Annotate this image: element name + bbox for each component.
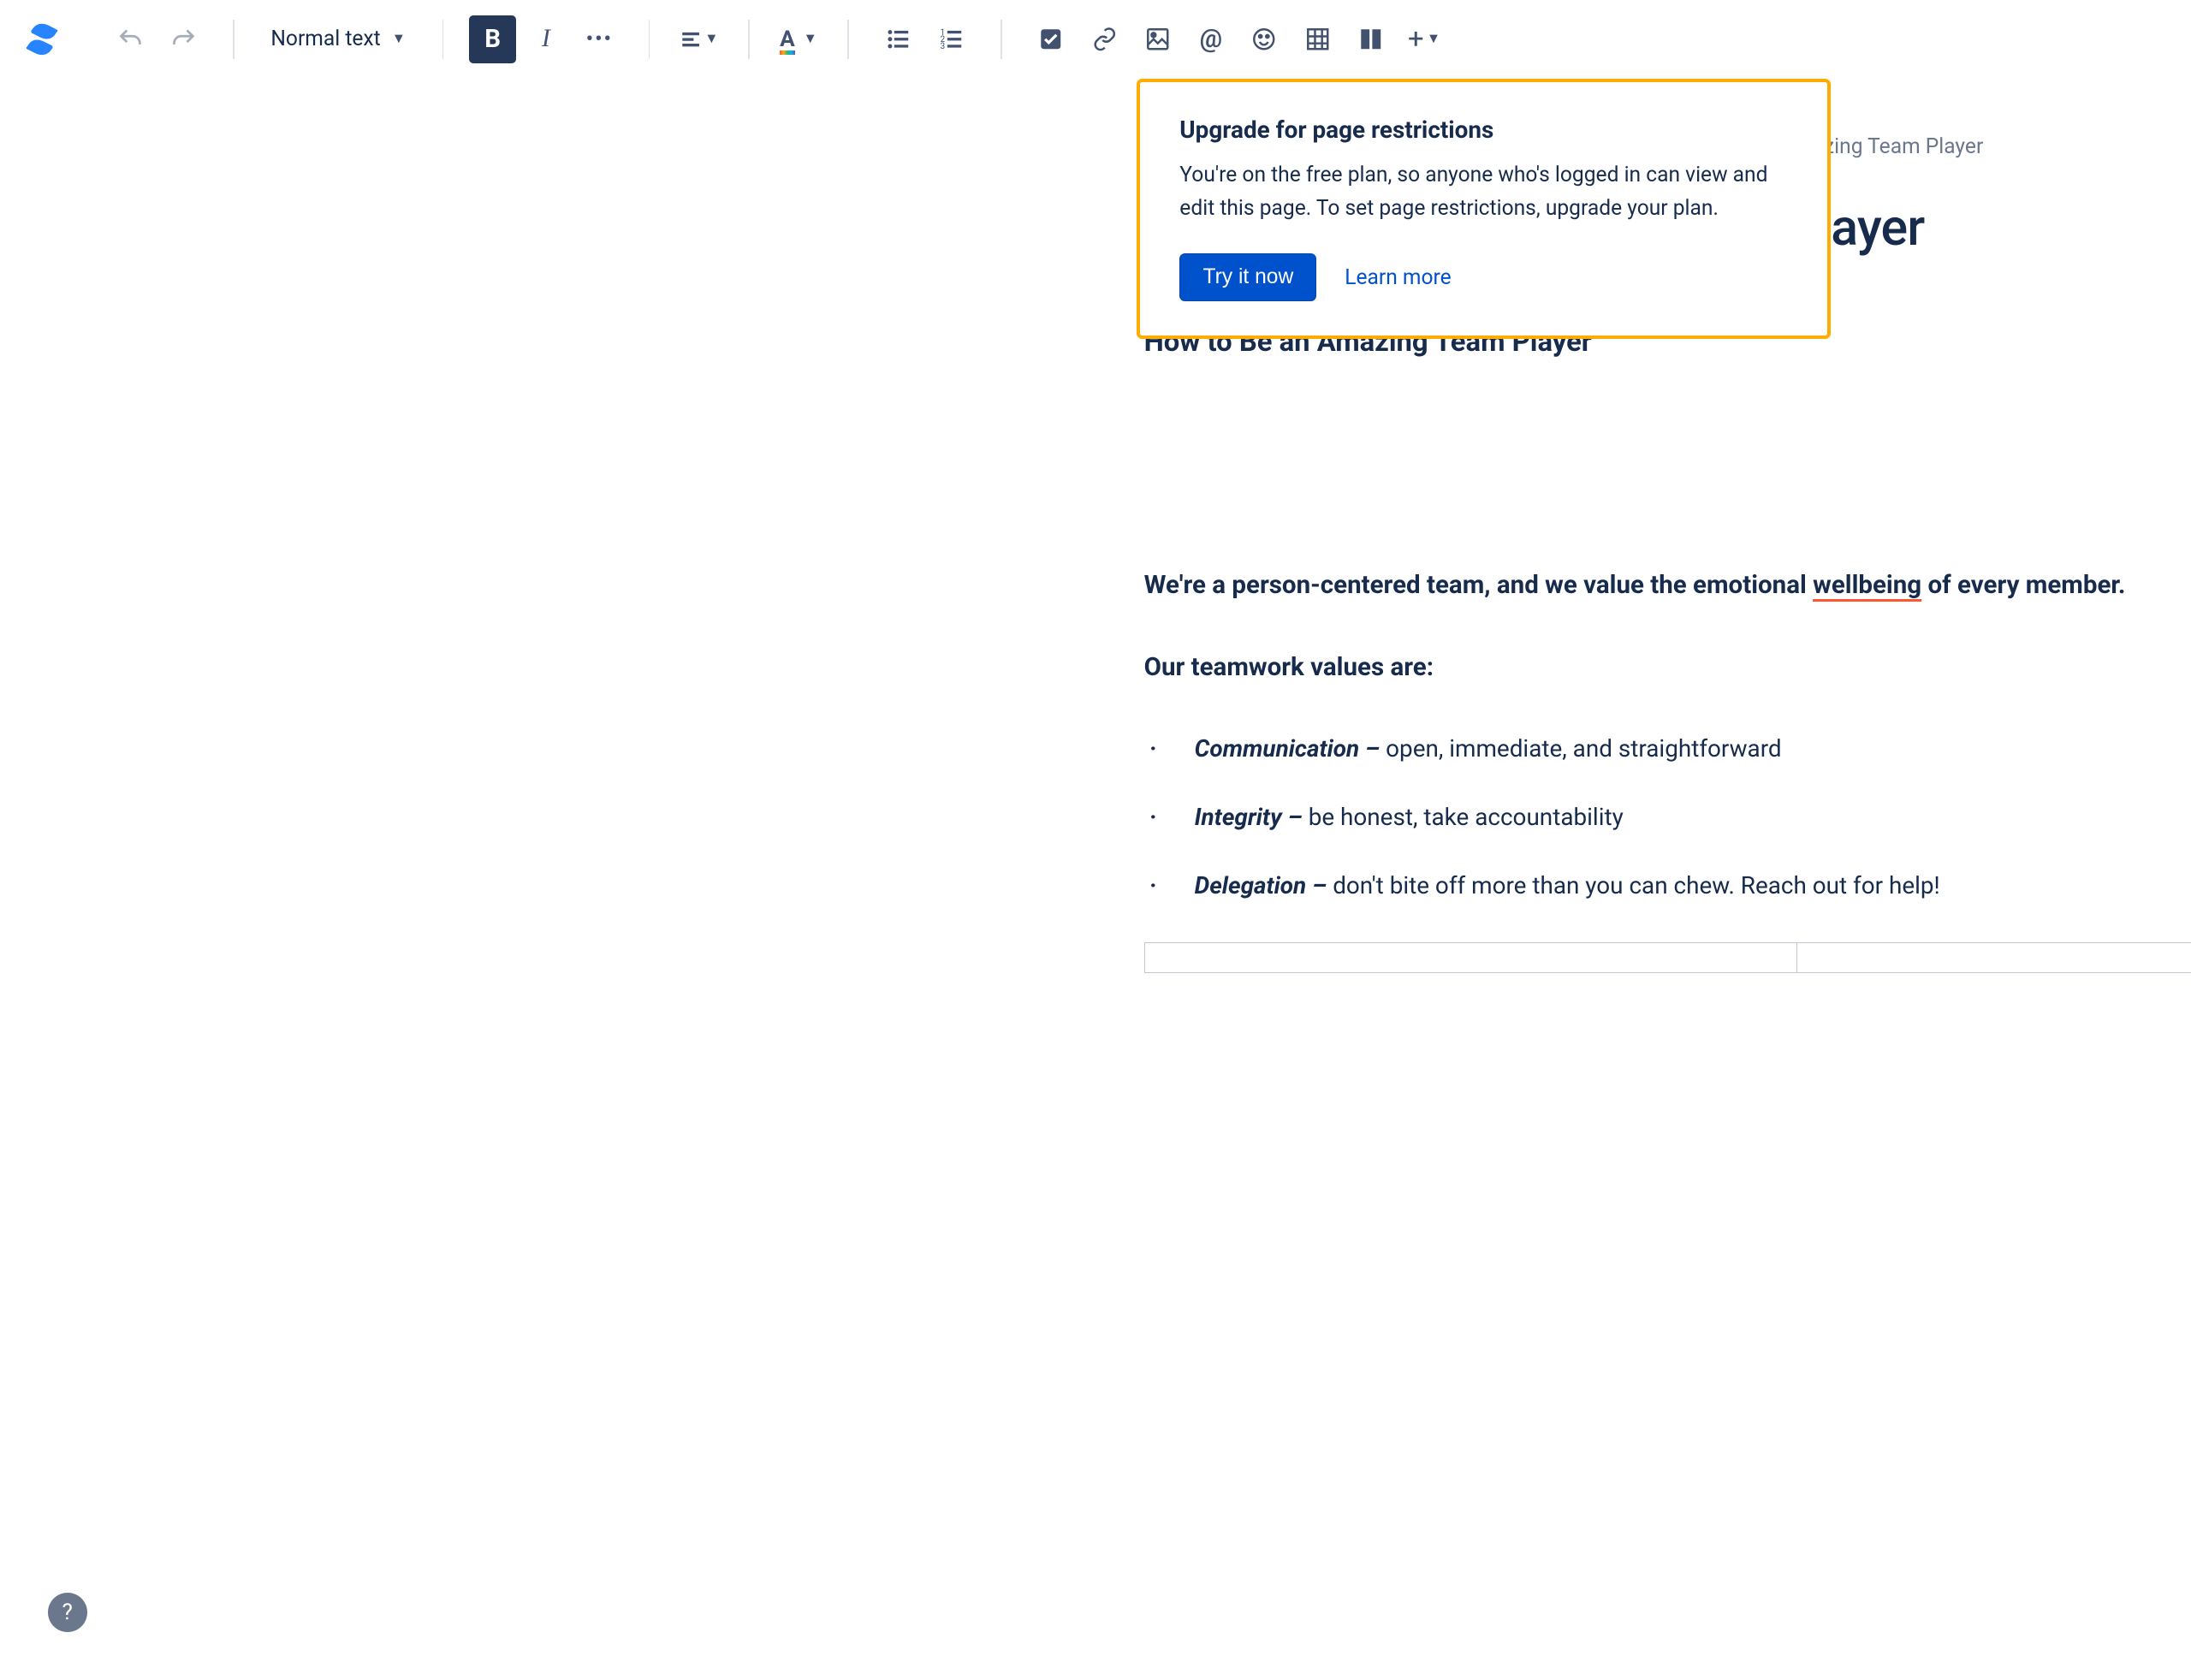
confluence-logo[interactable]: [22, 20, 62, 59]
list-item[interactable]: Integrity – be honest, take accountabili…: [1144, 797, 2191, 837]
text-style-select[interactable]: Normal text ▼: [259, 15, 417, 63]
upgrade-popover: Upgrade for page restrictions You're on …: [1137, 79, 1830, 339]
text-color-button[interactable]: A ▼: [775, 15, 822, 63]
chevron-down-icon: ▼: [1427, 31, 1440, 47]
popover-body: You're on the free plan, so anyone who's…: [1179, 158, 1787, 226]
document-body[interactable]: How to Be an Amazing Team Player We're a…: [1144, 319, 2191, 973]
svg-text:3: 3: [940, 42, 945, 51]
numbered-list-button[interactable]: 123: [928, 15, 976, 63]
redo-button[interactable]: [160, 15, 208, 63]
link-button[interactable]: [1080, 15, 1128, 63]
image-button[interactable]: [1134, 15, 1182, 63]
editor-toolbar: Normal text ▼ B I ••• ▼ A ▼ 123: [0, 0, 2191, 79]
help-button[interactable]: ?: [48, 1593, 87, 1632]
table-cell[interactable]: [1797, 943, 2191, 972]
text-align-button[interactable]: ▼: [675, 15, 723, 63]
values-list[interactable]: Communication – open, immediate, and str…: [1144, 728, 2191, 906]
spelling-underline[interactable]: wellbeing: [1813, 571, 1921, 600]
intro-paragraph[interactable]: We're a person-centered team, and we val…: [1144, 564, 2191, 607]
action-item-button[interactable]: [1027, 15, 1075, 63]
chevron-down-icon: ▼: [804, 31, 817, 47]
popover-title: Upgrade for page restrictions: [1179, 116, 1787, 144]
chevron-down-icon: ▼: [392, 31, 406, 47]
chevron-down-icon: ▼: [704, 31, 718, 47]
values-heading[interactable]: Our teamwork values are:: [1144, 646, 2191, 689]
table-cell[interactable]: [1145, 943, 1797, 972]
list-item[interactable]: Communication – open, immediate, and str…: [1144, 728, 2191, 769]
more-formatting-button[interactable]: •••: [575, 15, 623, 63]
text-style-label: Normal text: [270, 27, 380, 51]
mention-button[interactable]: @: [1187, 15, 1235, 63]
list-item[interactable]: Delegation – don't bite off more than yo…: [1144, 865, 2191, 905]
bullet-list-button[interactable]: [874, 15, 922, 63]
learn-more-link[interactable]: Learn more: [1345, 265, 1451, 290]
italic-button[interactable]: I: [522, 15, 570, 63]
table[interactable]: [1144, 942, 2191, 973]
layouts-button[interactable]: [1347, 15, 1395, 63]
insert-button[interactable]: + ▼: [1400, 15, 1448, 63]
try-it-now-button[interactable]: Try it now: [1179, 253, 1316, 301]
bold-button[interactable]: B: [469, 15, 517, 63]
popover-actions: Try it now Learn more: [1179, 253, 1787, 301]
emoji-button[interactable]: [1240, 15, 1288, 63]
undo-button[interactable]: [107, 15, 155, 63]
table-button[interactable]: [1294, 15, 1342, 63]
